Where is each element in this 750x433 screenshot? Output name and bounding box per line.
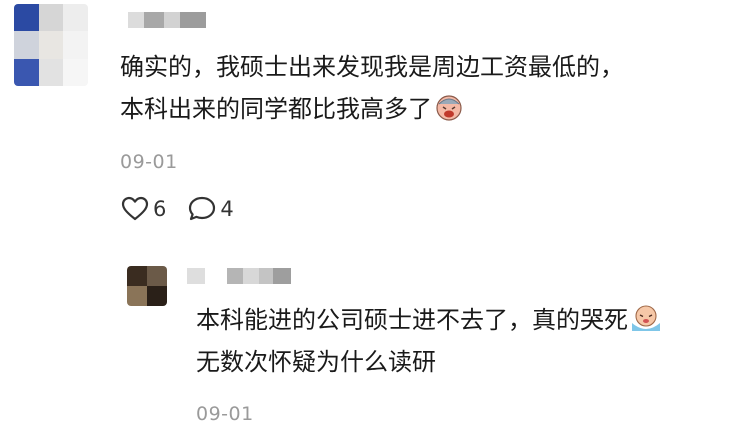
comment-text: 确实的，我硕士出来发现我是周边工资最低的， 本科出来的同学都比我高多了 bbox=[120, 46, 720, 130]
reply-date: 09-01 bbox=[196, 403, 254, 425]
reply-line: 无数次怀疑为什么读研 bbox=[196, 348, 436, 376]
reply-button[interactable]: 4 bbox=[188, 196, 234, 222]
username[interactable] bbox=[187, 268, 291, 284]
comment-actions: 6 4 bbox=[121, 196, 256, 222]
comment-line: 本科出来的同学都比我高多了 bbox=[120, 88, 720, 130]
avatar[interactable] bbox=[127, 266, 167, 306]
speech-bubble-icon bbox=[189, 196, 216, 221]
like-button[interactable]: 6 bbox=[121, 196, 166, 222]
reply-count: 4 bbox=[220, 197, 234, 221]
reply-text: 本科能进的公司硕士进不去了，真的哭死 无数次怀疑为什么读研 bbox=[196, 299, 736, 383]
crying-tears-emoji-icon bbox=[632, 305, 660, 331]
crying-face-emoji-icon bbox=[436, 95, 462, 121]
avatar[interactable] bbox=[14, 4, 88, 86]
like-count: 6 bbox=[153, 197, 167, 221]
heart-icon bbox=[121, 196, 149, 221]
comment-date: 09-01 bbox=[120, 151, 178, 173]
reply-line: 本科能进的公司硕士进不去了，真的哭死 bbox=[196, 299, 736, 341]
username[interactable] bbox=[128, 12, 206, 28]
comment-line: 确实的，我硕士出来发现我是周边工资最低的， bbox=[120, 53, 624, 81]
